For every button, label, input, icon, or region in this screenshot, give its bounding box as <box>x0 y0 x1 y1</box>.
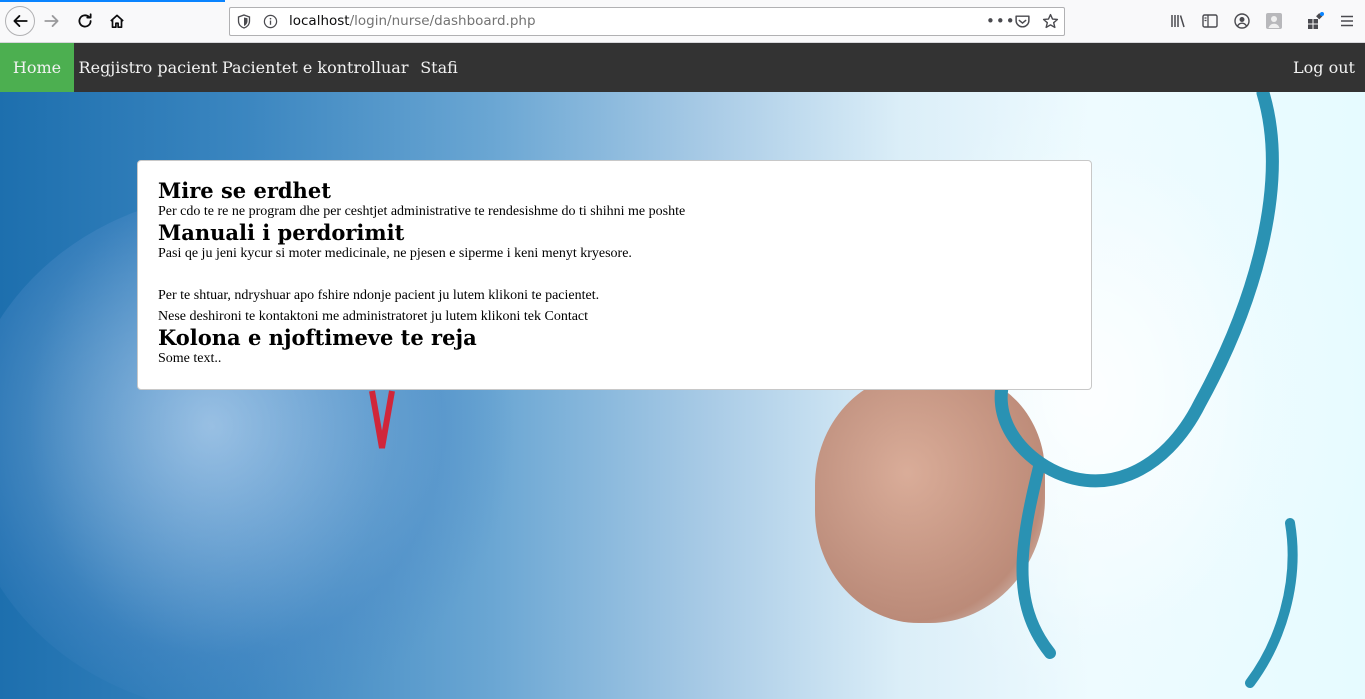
nav-staff-link[interactable]: Stafi <box>407 43 471 92</box>
url-bar[interactable]: localhost/login/nurse/dashboard.php ••• <box>229 7 1065 36</box>
news-heading: Kolona e njoftimeve te reja <box>158 325 477 350</box>
contact-instructions-text: Nese deshironi te kontaktoni me administ… <box>158 309 589 324</box>
extensions-icon[interactable] <box>1306 12 1324 30</box>
account-icon[interactable] <box>1233 12 1251 30</box>
page-actions-menu[interactable]: ••• <box>986 12 1016 30</box>
nav-register-patient-link[interactable]: Regjistro pacient <box>74 43 222 92</box>
back-arrow-icon <box>13 15 28 27</box>
nav-checked-patients-link[interactable]: Pacientet e kontrolluar <box>222 43 408 92</box>
nav-home-link[interactable]: Home <box>0 43 74 92</box>
pocket-icon[interactable] <box>1014 13 1031 30</box>
bookmark-star-icon[interactable] <box>1042 13 1059 30</box>
web-page: Home Regjistro pacient Pacientet e kontr… <box>0 43 1365 699</box>
tracking-protection-icon[interactable] <box>237 14 251 29</box>
nav-logout-link[interactable]: Log out <box>1283 43 1365 92</box>
manual-text: Pasi qe ju jeni kycur si moter medicinal… <box>158 246 632 261</box>
dashboard-info-card: Mire se erdhet Per cdo te re ne program … <box>137 160 1092 390</box>
site-info-icon[interactable] <box>263 14 278 29</box>
welcome-text: Per cdo te re ne program dhe per ceshtje… <box>158 204 686 219</box>
reload-icon <box>78 13 92 28</box>
sidebar-icon[interactable] <box>1201 12 1219 30</box>
manual-heading: Manuali i perdorimit <box>158 220 405 245</box>
url-path: /login/nurse/dashboard.php <box>349 13 536 29</box>
hamburger-menu-icon[interactable] <box>1338 12 1356 30</box>
library-icon[interactable] <box>1169 12 1187 30</box>
browser-toolbar: localhost/login/nurse/dashboard.php ••• <box>0 0 1365 43</box>
url-host: localhost <box>289 13 350 29</box>
url-text[interactable]: localhost/login/nurse/dashboard.php <box>289 13 536 29</box>
top-navbar: Home Regjistro pacient Pacientet e kontr… <box>0 43 1365 92</box>
active-tab-indicator <box>0 0 225 2</box>
back-button[interactable] <box>5 6 35 36</box>
welcome-heading: Mire se erdhet <box>158 178 331 203</box>
reload-button[interactable] <box>71 7 99 35</box>
home-button[interactable] <box>103 7 131 35</box>
forward-arrow-icon <box>44 15 59 27</box>
news-text: Some text.. <box>158 351 222 366</box>
forward-button[interactable] <box>38 7 66 35</box>
home-icon <box>110 14 124 29</box>
extension-avatar-icon[interactable] <box>1265 12 1283 30</box>
patients-instructions-text: Per te shtuar, ndryshuar apo fshire ndon… <box>158 288 600 303</box>
